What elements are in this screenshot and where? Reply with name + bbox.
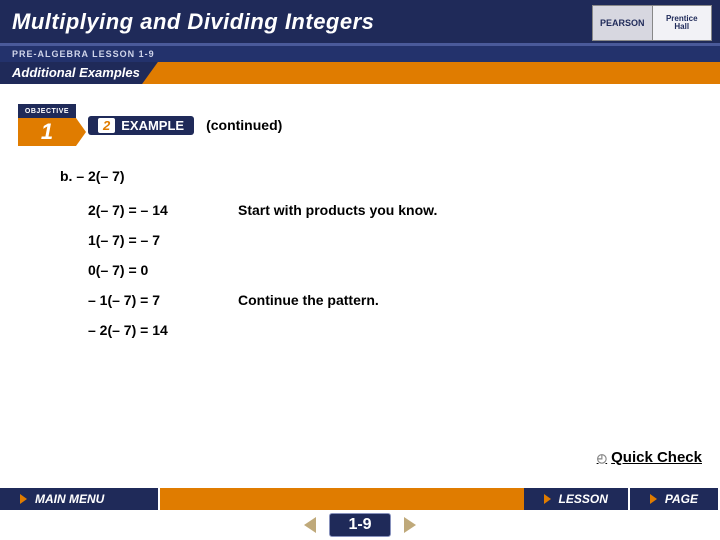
title-bar: Multiplying and Dividing Integers PEARSO… [0,0,720,46]
lesson-pager: 1-9 [0,510,720,540]
work-row: 2(– 7) = – 14 Start with products you kn… [88,202,692,218]
quick-check-link[interactable]: ◴ Quick Check [597,449,702,466]
nav-lesson[interactable]: LESSON [524,488,630,510]
publisher-imprint: Prentice Hall [653,5,713,41]
quick-check-icon: ◴ [597,451,607,465]
work-row: 1(– 7) = – 7 [88,232,692,248]
prev-lesson-button[interactable] [299,515,321,535]
problem-expr: – 2(– 7) [76,168,124,184]
work-note: Continue the pattern. [238,292,379,308]
nav-page[interactable]: PAGE [630,488,720,510]
objective-number: 1 [18,118,76,146]
continued-label: (continued) [206,117,282,133]
problem-statement: b. – 2(– 7) [60,168,692,184]
work-steps: 2(– 7) = – 14 Start with products you kn… [88,202,692,338]
work-expr: 0(– 7) = 0 [88,262,238,278]
work-note: Start with products you know. [238,202,437,218]
chevron-right-icon [404,517,416,533]
triangle-right-icon [544,494,551,504]
section-label: Additional Examples [0,62,158,84]
publisher-name: PEARSON [592,5,653,41]
work-row: 0(– 7) = 0 [88,262,692,278]
work-expr: 2(– 7) = – 14 [88,202,238,218]
lesson-number-pill: 1-9 [329,513,390,537]
publisher-logo: PEARSON Prentice Hall [592,5,712,41]
lesson-subtitle: PRE-ALGEBRA LESSON 1-9 [0,46,720,62]
objective-flag: OBJECTIVE 1 [18,104,76,146]
work-expr: 1(– 7) = – 7 [88,232,238,248]
triangle-right-icon [20,494,27,504]
work-expr: – 1(– 7) = 7 [88,292,238,308]
nav-main-menu[interactable]: MAIN MENU [0,488,160,510]
chevron-left-icon [304,517,316,533]
objective-label: OBJECTIVE [18,104,76,118]
example-pill: 2 EXAMPLE [88,116,194,135]
section-bar: Additional Examples [0,62,720,84]
content-area: OBJECTIVE 1 2 EXAMPLE (continued) b. – 2… [0,84,720,338]
problem-letter: b. [60,168,72,184]
work-row: – 1(– 7) = 7 Continue the pattern. [88,292,692,308]
next-lesson-button[interactable] [399,515,421,535]
page-title: Multiplying and Dividing Integers [12,9,374,35]
work-row: – 2(– 7) = 14 [88,322,692,338]
example-number: 2 [98,118,115,133]
example-label: EXAMPLE [121,118,184,133]
triangle-right-icon [650,494,657,504]
bottom-nav: MAIN MENU LESSON PAGE [0,488,720,510]
work-expr: – 2(– 7) = 14 [88,322,238,338]
